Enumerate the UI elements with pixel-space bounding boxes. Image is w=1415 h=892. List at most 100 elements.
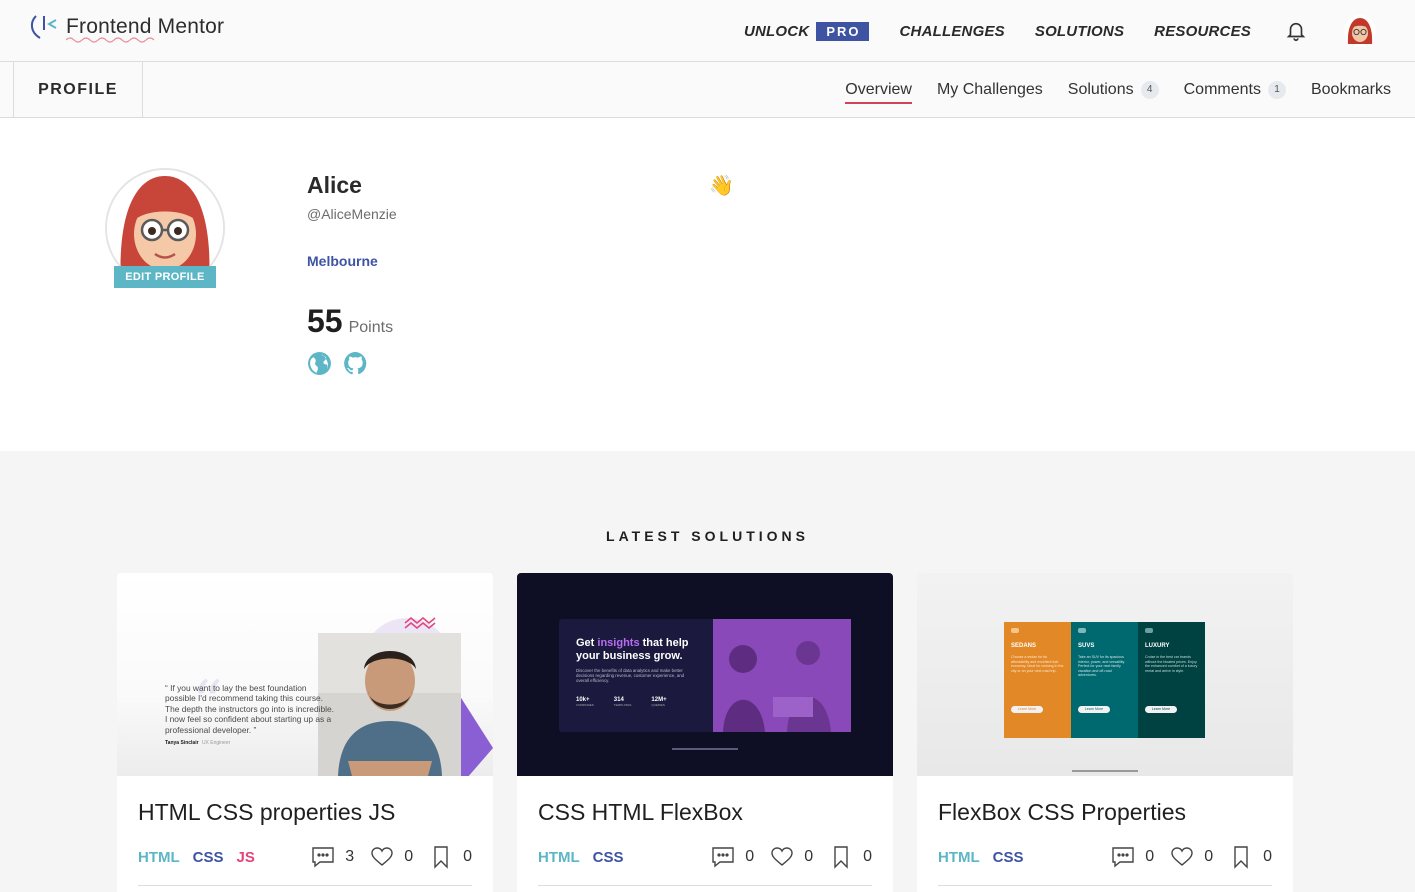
car-columns: SEDANS Choose a sedan for its affordabil… xyxy=(1004,622,1205,738)
insights-heading-a: Get xyxy=(576,637,598,649)
luxury-column: LUXURY Cruise in the best car brands wit… xyxy=(1138,622,1205,738)
tab-my-challenges[interactable]: My Challenges xyxy=(937,62,1043,117)
like-count: 0 xyxy=(404,848,414,865)
comments-count-badge: 1 xyxy=(1267,80,1286,99)
solution-thumbnail[interactable]: Get insights that help your business gro… xyxy=(517,573,893,776)
tag-css[interactable]: CSS xyxy=(593,849,624,866)
tag-html[interactable]: HTML xyxy=(138,849,180,866)
card-divider xyxy=(938,885,1272,886)
latest-solutions-heading: LATEST SOLUTIONS xyxy=(606,528,809,544)
insights-stats: 10k+ COMPANIES 314 TEMPLATES 12M+ QUERIES xyxy=(576,697,667,707)
testimonial-quote: “ If you want to lay the best foundation… xyxy=(165,683,334,735)
heart-icon[interactable] xyxy=(770,845,794,869)
tab-solutions-label: Solutions xyxy=(1067,80,1134,98)
insights-card: Get insights that help your business gro… xyxy=(559,619,851,732)
stat-label: COMPANIES xyxy=(576,703,594,707)
tab-overview[interactable]: Overview xyxy=(845,62,912,117)
luxury-icon xyxy=(1145,628,1153,633)
like-count: 0 xyxy=(804,848,814,865)
column-body: Cruise in the best car brands without th… xyxy=(1145,655,1198,673)
like-count: 0 xyxy=(1204,848,1214,865)
solution-stats: 3 0 0 xyxy=(311,845,472,869)
comment-count: 0 xyxy=(745,848,755,865)
insights-heading-b: insights xyxy=(597,637,640,649)
bookmark-count: 0 xyxy=(1263,848,1272,865)
notifications-bell-icon[interactable] xyxy=(1285,20,1307,42)
column-title: LUXURY xyxy=(1145,643,1170,649)
comment-count: 3 xyxy=(345,848,355,865)
tab-solutions[interactable]: Solutions 4 xyxy=(1068,62,1159,117)
logo-icon xyxy=(28,12,62,42)
tag-html[interactable]: HTML xyxy=(538,849,580,866)
learn-more-button[interactable]: Learn More xyxy=(1078,706,1110,713)
solution-stats: 0 0 0 xyxy=(1111,845,1272,869)
globe-icon[interactable] xyxy=(307,351,332,376)
solution-tags: HTML CSS JS xyxy=(138,849,268,866)
solution-thumbnail[interactable]: SEDANS Choose a sedan for its affordabil… xyxy=(917,573,1293,776)
social-links xyxy=(307,351,379,376)
solution-title[interactable]: CSS HTML FlexBox xyxy=(538,799,743,826)
tag-js[interactable]: JS xyxy=(237,849,255,866)
tab-bookmarks-label: Bookmarks xyxy=(1310,80,1391,98)
attribution-line xyxy=(1072,770,1138,772)
solution-title[interactable]: FlexBox CSS Properties xyxy=(938,799,1186,826)
column-body: Choose a sedan for its affordability and… xyxy=(1011,655,1064,673)
github-icon[interactable] xyxy=(343,351,368,376)
user-avatar-icon[interactable] xyxy=(1343,14,1377,48)
solution-card[interactable]: “ “ If you want to lay the best foundati… xyxy=(117,573,493,892)
sedan-icon xyxy=(1011,628,1019,633)
column-title: SEDANS xyxy=(1011,643,1037,649)
solution-card[interactable]: SEDANS Choose a sedan for its affordabil… xyxy=(917,573,1293,892)
column-body: Take an SUV for its spacious interior, p… xyxy=(1078,655,1126,678)
tag-css[interactable]: CSS xyxy=(193,849,224,866)
tab-bookmarks[interactable]: Bookmarks xyxy=(1311,62,1391,117)
sedans-column: SEDANS Choose a sedan for its affordabil… xyxy=(1004,622,1071,738)
tag-css[interactable]: CSS xyxy=(993,849,1024,866)
purple-photo xyxy=(713,619,851,732)
testimonial-author-role: UX Engineer xyxy=(201,740,231,746)
bookmark-count: 0 xyxy=(863,848,872,865)
comment-icon[interactable] xyxy=(311,845,335,869)
learn-more-button[interactable]: Learn More xyxy=(1145,706,1177,713)
edit-profile-button[interactable]: EDIT PROFILE xyxy=(114,266,216,288)
comment-icon[interactable] xyxy=(711,845,735,869)
profile-name: Alice xyxy=(307,172,362,198)
attribution-line xyxy=(672,748,738,750)
comment-icon[interactable] xyxy=(1111,845,1135,869)
insights-heading: Get insights that help your business gro… xyxy=(576,637,706,663)
stat-label: QUERIES xyxy=(651,703,665,707)
solution-title[interactable]: HTML CSS properties JS xyxy=(138,799,395,826)
logo[interactable]: Frontend Mentor xyxy=(28,12,224,43)
solutions-count-badge: 4 xyxy=(1140,80,1159,99)
learn-more-button[interactable]: Learn More xyxy=(1011,706,1043,713)
solution-card[interactable]: Get insights that help your business gro… xyxy=(517,573,893,892)
solution-tags: HTML CSS xyxy=(938,849,1037,866)
nav-solutions-link[interactable]: SOLUTIONS xyxy=(1035,23,1124,40)
unlock-label: UNLOCK xyxy=(743,22,810,40)
nav-resources-link[interactable]: RESOURCES xyxy=(1154,23,1251,40)
bookmark-icon[interactable] xyxy=(429,845,453,869)
card-divider xyxy=(138,885,472,886)
unlock-pro-link[interactable]: UNLOCK PRO xyxy=(743,21,869,41)
solution-tags: HTML CSS xyxy=(538,849,637,866)
pro-badge: PRO xyxy=(816,21,869,41)
card-divider xyxy=(538,885,872,886)
suv-icon xyxy=(1078,628,1086,633)
tab-my-challenges-label: My Challenges xyxy=(936,80,1043,98)
heart-icon[interactable] xyxy=(370,845,394,869)
testimonial-author-name: Tanya Sinclair xyxy=(165,740,199,746)
tab-overview-label: Overview xyxy=(845,80,912,98)
profile-handle: @AliceMenzie xyxy=(307,206,397,222)
points-label: Points xyxy=(348,319,394,336)
profile-subnav: PROFILE Overview My Challenges Solutions… xyxy=(0,62,1415,118)
heart-icon[interactable] xyxy=(1170,845,1194,869)
insights-body: Discover the benefits of data analytics … xyxy=(576,668,685,684)
bookmark-count: 0 xyxy=(463,848,472,865)
nav-challenges-link[interactable]: CHALLENGES xyxy=(900,23,1005,40)
tab-comments[interactable]: Comments 1 xyxy=(1184,62,1286,117)
bookmark-icon[interactable] xyxy=(829,845,853,869)
points-value: 55 xyxy=(307,303,343,339)
solution-thumbnail[interactable]: “ “ If you want to lay the best foundati… xyxy=(117,573,493,776)
bookmark-icon[interactable] xyxy=(1229,845,1253,869)
tag-html[interactable]: HTML xyxy=(938,849,980,866)
